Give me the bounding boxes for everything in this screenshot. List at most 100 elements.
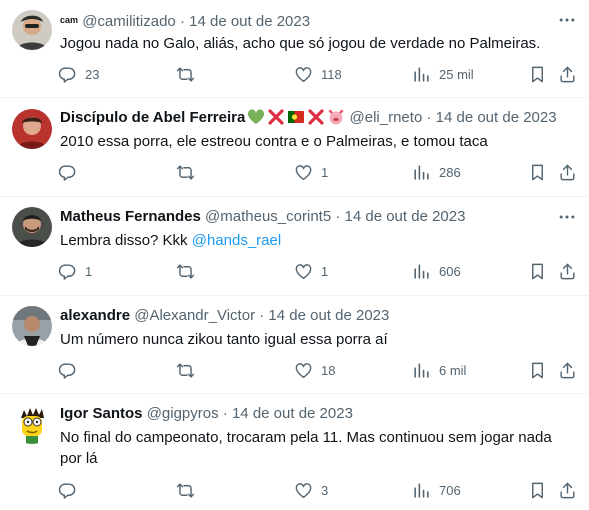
action-bar: 3 706	[58, 479, 579, 501]
bookmark-button[interactable]	[528, 161, 547, 183]
share-button[interactable]	[558, 63, 577, 85]
action-bar: 23 118 25 mil	[58, 63, 579, 85]
views-icon	[412, 481, 431, 500]
retweet-button[interactable]	[176, 161, 195, 183]
tweet[interactable]: cam @camilitizado · 14 de out de 2023 Jo…	[0, 0, 589, 98]
views-button[interactable]: 286	[412, 161, 461, 183]
share-button[interactable]	[558, 359, 577, 381]
author-handle[interactable]: @eli_rneto	[350, 109, 423, 126]
bookmark-icon	[528, 163, 547, 182]
green-heart-icon	[248, 109, 265, 124]
retweet-icon	[176, 65, 195, 84]
portugal-flag-icon	[288, 111, 305, 123]
like-button[interactable]: 118	[294, 63, 342, 85]
like-count: 3	[321, 482, 329, 498]
author-name[interactable]: Discípulo de Abel Ferreira	[60, 109, 245, 126]
reply-button[interactable]	[58, 161, 77, 183]
tweet-text: Jogou nada no Galo, aliás, acho que só j…	[60, 35, 541, 52]
reply-count: 1	[85, 263, 93, 279]
retweet-button[interactable]	[176, 359, 195, 381]
more-icon[interactable]	[557, 207, 577, 227]
bookmark-button[interactable]	[528, 63, 547, 85]
bookmark-button[interactable]	[528, 479, 547, 501]
tweet-header: Matheus Fernandes @matheus_corint5 · 14 …	[60, 207, 549, 227]
reply-icon	[58, 481, 77, 500]
action-bar: 18 6 mil	[58, 359, 579, 381]
author-name[interactable]: cam	[60, 15, 78, 25]
avatar[interactable]	[12, 207, 52, 247]
mention-link[interactable]: @hands_rael	[192, 232, 281, 249]
tweet-date[interactable]: 14 de out de 2023	[232, 405, 353, 422]
tweet-text-line: No final do campeonato, trocaram pela 11…	[60, 429, 552, 446]
author-handle[interactable]: @matheus_corint5	[205, 208, 331, 225]
retweet-button[interactable]	[176, 260, 195, 282]
author-handle[interactable]: @Alexandr_Victor	[134, 307, 255, 324]
tweet-text: Lembra disso? Kkk @hands_rael	[60, 230, 569, 251]
separator-dot: ·	[259, 307, 265, 324]
views-button[interactable]: 25 mil	[412, 63, 474, 85]
share-button[interactable]	[558, 161, 577, 183]
author-name[interactable]: Igor Santos	[60, 405, 143, 422]
like-count: 1	[321, 263, 329, 279]
like-count: 18	[321, 362, 336, 378]
pig-face-icon	[329, 109, 344, 125]
retweet-icon	[176, 361, 195, 380]
reply-icon	[58, 163, 77, 182]
views-icon	[412, 65, 431, 84]
author-handle[interactable]: @gigpyros	[147, 405, 219, 422]
retweet-icon	[176, 262, 195, 281]
like-button[interactable]: 1	[294, 161, 328, 183]
tweet-text-content: Lembra disso? Kkk	[60, 232, 188, 249]
tweet-text: 2010 essa porra, ele estreou contra e o …	[60, 133, 488, 150]
share-icon	[558, 361, 577, 380]
share-icon	[558, 481, 577, 500]
like-button[interactable]: 1	[294, 260, 328, 282]
like-button[interactable]: 18	[294, 359, 335, 381]
bookmark-icon	[528, 262, 547, 281]
cross-mark-icon	[268, 109, 284, 125]
avatar[interactable]	[12, 404, 52, 444]
avatar[interactable]	[12, 306, 52, 346]
tweet-date[interactable]: 14 de out de 2023	[436, 109, 557, 126]
bookmark-button[interactable]	[528, 359, 547, 381]
views-button[interactable]: 706	[412, 479, 461, 501]
avatar[interactable]	[12, 10, 52, 50]
bookmark-button[interactable]	[528, 260, 547, 282]
retweet-button[interactable]	[176, 63, 195, 85]
tweet[interactable]: Igor Santos @gigpyros · 14 de out de 202…	[0, 394, 589, 510]
author-name[interactable]: Matheus Fernandes	[60, 208, 201, 225]
author-handle[interactable]: @camilitizado	[82, 13, 176, 30]
like-icon	[294, 481, 313, 500]
reply-button[interactable]: 23	[58, 63, 99, 85]
reply-button[interactable]	[58, 479, 77, 501]
separator-dot: ·	[426, 109, 432, 126]
tweet-text: No final do campeonato, trocaram pela 11…	[60, 427, 569, 469]
share-button[interactable]	[558, 260, 577, 282]
tweet-date[interactable]: 14 de out de 2023	[189, 13, 310, 30]
tweet[interactable]: Matheus Fernandes @matheus_corint5 · 14 …	[0, 197, 589, 296]
share-button[interactable]	[558, 479, 577, 501]
action-bar: 1 286	[58, 161, 579, 183]
separator-dot: ·	[222, 405, 228, 422]
views-button[interactable]: 6 mil	[412, 359, 466, 381]
action-bar: 1 1 606	[58, 260, 579, 282]
reply-button[interactable]: 1	[58, 260, 92, 282]
tweet-header: alexandre @Alexandr_Victor · 14 de out d…	[60, 306, 549, 326]
avatar[interactable]	[12, 109, 52, 149]
tweet-date[interactable]: 14 de out de 2023	[268, 307, 389, 324]
retweet-button[interactable]	[176, 479, 195, 501]
tweet[interactable]: Discípulo de Abel Ferreira @eli_rneto · …	[0, 98, 589, 197]
like-count: 118	[321, 66, 342, 82]
like-button[interactable]: 3	[294, 479, 328, 501]
tweet[interactable]: alexandre @Alexandr_Victor · 14 de out d…	[0, 296, 589, 394]
views-count: 25 mil	[439, 66, 474, 82]
author-name[interactable]: alexandre	[60, 307, 130, 324]
reply-button[interactable]	[58, 359, 77, 381]
like-icon	[294, 262, 313, 281]
replies-feed: cam @camilitizado · 14 de out de 2023 Jo…	[0, 0, 589, 510]
more-icon[interactable]	[557, 10, 577, 30]
views-button[interactable]: 606	[412, 260, 461, 282]
tweet-date[interactable]: 14 de out de 2023	[345, 208, 466, 225]
reply-count: 23	[85, 66, 100, 82]
separator-dot: ·	[179, 13, 185, 30]
